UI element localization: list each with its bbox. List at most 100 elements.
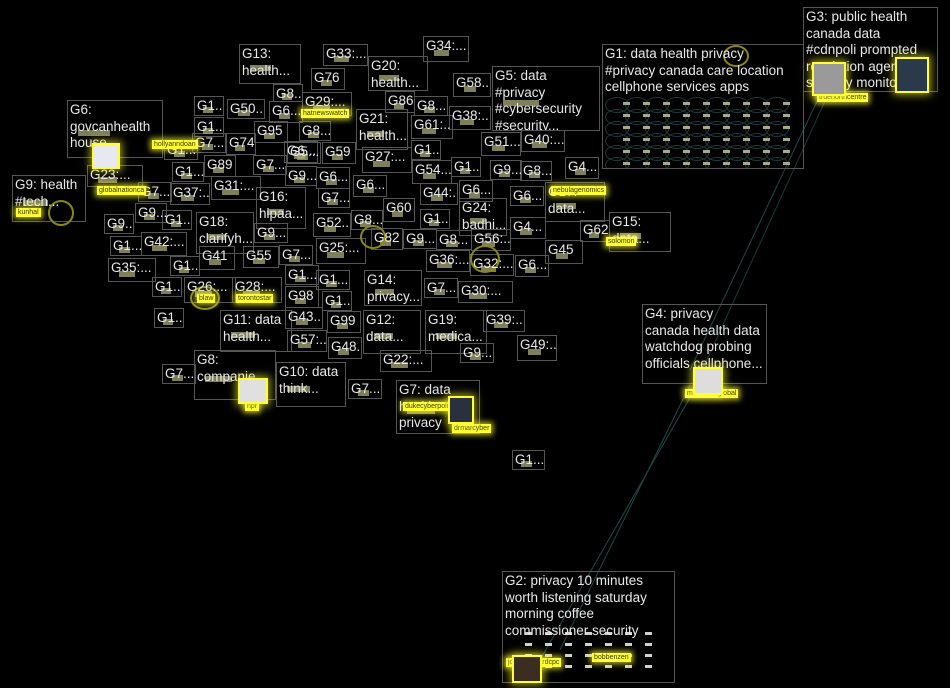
group-box-g35[interactable]: G35:...	[108, 258, 156, 282]
group-box-g1[interactable]: G1: data health privacy #privacy canada …	[602, 44, 804, 169]
group-box-g36[interactable]: G36:...	[426, 250, 470, 272]
user-handle-tag[interactable]: hatnewswatch	[301, 109, 350, 118]
group-box-g31[interactable]: G31:...	[211, 176, 261, 200]
group-box-gy8[interactable]: G7...	[318, 188, 350, 208]
group-box-g99[interactable]: G99	[327, 311, 361, 333]
group-box-g15[interactable]: G15: data...	[609, 212, 671, 252]
group-box-g57[interactable]: G57:...	[287, 330, 327, 352]
group-box-g30[interactable]: G30:...	[458, 281, 513, 303]
group-box-g25[interactable]: G25:...	[316, 238, 366, 264]
group-box-gx14[interactable]: G1...	[411, 140, 441, 160]
avatar[interactable]	[238, 378, 268, 404]
group-box-g20[interactable]: G20: health...	[368, 56, 428, 91]
group-box-gx13[interactable]: G1...	[420, 209, 450, 229]
group-box-gy6[interactable]: G7...	[162, 364, 196, 384]
group-box-gw4[interactable]: G9...	[254, 223, 288, 243]
group-box-g22[interactable]: G22:...	[380, 350, 432, 372]
group-box-g32[interactable]: G32:...	[470, 254, 514, 276]
group-box-gx16[interactable]: G1...	[512, 450, 545, 470]
user-handle-tag[interactable]: blaw	[197, 294, 216, 303]
group-box-g27[interactable]: G27:...	[362, 147, 412, 173]
group-box-g86[interactable]: G86	[385, 91, 415, 113]
group-box-gz3[interactable]: G8...	[414, 96, 448, 116]
group-box-gz2[interactable]: G8...	[299, 121, 331, 141]
user-handle-tag[interactable]: torontostar	[236, 294, 274, 303]
user-handle-tag[interactable]: nebulagenomics	[551, 186, 606, 195]
group-box-g11[interactable]: G11: data health...	[220, 310, 292, 352]
group-box-gx12[interactable]: G1...	[322, 291, 352, 311]
group-box-gx11[interactable]: G1...	[316, 270, 350, 290]
group-box-gx10[interactable]: G1...	[285, 265, 319, 285]
group-box-g95[interactable]: G95	[254, 121, 288, 143]
avatar[interactable]	[693, 367, 723, 395]
group-box-g51[interactable]: G51...	[481, 132, 521, 156]
group-box-gy4[interactable]: G7...	[279, 245, 313, 265]
group-box-g38[interactable]: G38:...	[449, 106, 491, 130]
group-box-g39[interactable]: G39:...	[483, 310, 525, 332]
group-box-g58[interactable]: G58...	[453, 73, 491, 97]
avatar[interactable]	[812, 62, 846, 96]
group-box-gw6[interactable]: G9...	[460, 343, 494, 363]
group-box-g45[interactable]: G45	[545, 240, 583, 264]
group-box-g48[interactable]: G48...	[328, 337, 362, 359]
group-box-gu1[interactable]: G5...	[287, 142, 321, 164]
group-box-gz1[interactable]: G8...	[273, 84, 303, 102]
group-box-gv5[interactable]: G6...	[459, 180, 493, 202]
group-box-gu3[interactable]: G4...	[510, 217, 546, 239]
group-box-gx8[interactable]: G1...	[152, 277, 182, 297]
user-handle-tag[interactable]: hollyanndoan	[152, 140, 198, 149]
group-box-g40[interactable]: G40:...	[521, 130, 565, 152]
group-box-g5[interactable]: G5: data #privacy #cybersecurity #securi…	[492, 66, 600, 131]
group-box-g54[interactable]: G54...	[412, 160, 452, 184]
group-box-g59[interactable]: G59	[322, 142, 356, 164]
group-box-gv6[interactable]: G6...	[510, 186, 544, 206]
group-box-g12[interactable]: G12: data...	[363, 310, 421, 354]
group-box-gx7[interactable]: G1...	[170, 256, 200, 276]
group-box-gv1[interactable]: G6...	[269, 101, 303, 123]
group-box-g43[interactable]: G43...	[285, 307, 323, 329]
group-box-g76[interactable]: G76	[311, 68, 345, 90]
avatar[interactable]	[448, 396, 474, 424]
group-box-g13[interactable]: G13: health...	[239, 44, 301, 84]
group-box-gz5[interactable]: G8...	[436, 230, 472, 250]
group-box-g74[interactable]: G74	[226, 133, 256, 155]
group-box-gv7[interactable]: G6...	[515, 255, 549, 277]
group-box-g61[interactable]: G61:...	[411, 115, 453, 139]
group-box-g60[interactable]: G60	[383, 198, 415, 222]
group-box-g89[interactable]: G89	[204, 155, 236, 177]
group-box-gw1[interactable]: G9...	[135, 203, 167, 223]
group-box-g49[interactable]: G49:...	[517, 335, 557, 361]
group-box-g41[interactable]: G41	[199, 246, 235, 270]
group-box-gy3[interactable]: G7...	[253, 155, 287, 175]
avatar[interactable]	[92, 143, 120, 169]
group-box-g33[interactable]: G33:...	[323, 44, 368, 66]
group-box-g55[interactable]: G55	[243, 246, 279, 268]
avatar[interactable]	[512, 655, 542, 683]
group-box-gw5[interactable]: G9...	[403, 229, 437, 249]
user-handle-tag[interactable]: bobbenzen	[592, 653, 631, 662]
group-box-gz6[interactable]: G8...	[520, 161, 552, 181]
group-box-gx5[interactable]: G1...	[162, 210, 192, 230]
group-box-gy7[interactable]: G7...	[348, 379, 382, 399]
user-handle-tag[interactable]: solomon	[606, 237, 637, 246]
group-box-gx9[interactable]: G1...	[154, 308, 184, 328]
group-box-g52[interactable]: G52...	[313, 213, 351, 237]
group-box-g10[interactable]: G10: data think...	[276, 362, 346, 407]
group-box-gu2[interactable]: G4...	[565, 157, 599, 179]
group-box-gx1[interactable]: G1...	[194, 96, 224, 116]
user-handle-tag[interactable]: kunhal	[16, 208, 41, 217]
group-box-gw3[interactable]: G9...	[285, 166, 317, 186]
group-box-g50[interactable]: G50...	[227, 99, 265, 119]
group-box-gv4[interactable]: G6...	[353, 175, 387, 197]
group-box-g21[interactable]: G21: health...	[356, 109, 408, 150]
group-box-gx6[interactable]: G1...	[110, 236, 142, 256]
group-box-gw2[interactable]: G9...	[104, 214, 134, 234]
group-box-g44[interactable]: G44:...	[420, 183, 458, 205]
user-handle-tag[interactable]: drmarcyber	[452, 424, 492, 433]
group-box-gy5[interactable]: G7...	[424, 278, 458, 298]
group-box-g37[interactable]: G37:...	[170, 183, 210, 205]
group-box-g34[interactable]: G34:...	[423, 36, 469, 62]
group-box-gx15[interactable]: G1...	[451, 157, 481, 177]
group-box-g42[interactable]: G42:...	[141, 232, 187, 256]
group-box-gv3[interactable]: G6...	[316, 167, 350, 189]
